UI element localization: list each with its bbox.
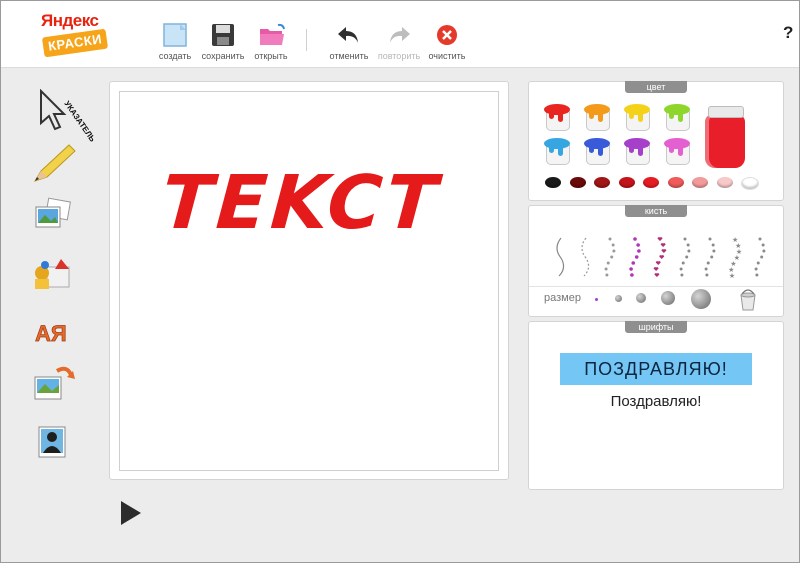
brush-size-4[interactable] xyxy=(661,291,675,305)
colors-panel: цвет xyxy=(528,81,784,201)
save-label: сохранить xyxy=(201,51,245,61)
brush-style-2[interactable] xyxy=(576,236,594,278)
brush-style-8[interactable]: ★★★★★★★ xyxy=(726,236,744,278)
canvas-text-object[interactable]: TEKCT xyxy=(159,160,443,246)
background-image-tool[interactable] xyxy=(27,363,81,411)
pencil-tool[interactable] xyxy=(27,141,81,189)
help-button[interactable]: ? xyxy=(783,23,793,43)
color-swatch[interactable] xyxy=(667,177,684,188)
pointer-tool[interactable]: УКАЗАТЕЛЬ xyxy=(27,88,97,144)
paint-pot[interactable] xyxy=(623,104,651,131)
photos-icon xyxy=(35,197,71,228)
redo-label: повторить xyxy=(377,51,421,61)
color-swatch[interactable] xyxy=(741,177,759,190)
jar-lid xyxy=(708,106,744,118)
create-button[interactable]: создать xyxy=(149,23,201,61)
text-tool-label: АЯ xyxy=(35,321,67,346)
toolbar-divider xyxy=(306,29,307,51)
redo-button[interactable]: повторить xyxy=(373,23,425,61)
brush-panel-title: кисть xyxy=(625,205,687,217)
pointer-arrow-icon: УКАЗАТЕЛЬ xyxy=(40,88,97,144)
clear-x-icon xyxy=(434,23,460,47)
svg-text:★: ★ xyxy=(729,272,735,278)
toolbar: Яндекс КРАСКИ создать сохранить открыть xyxy=(1,1,799,68)
clear-label: очистить xyxy=(428,51,466,61)
drawing-panel: TEKCT xyxy=(109,81,509,480)
brush-size-3[interactable] xyxy=(636,293,646,303)
colors-panel-title: цвет xyxy=(625,81,687,93)
text-tool[interactable]: АЯ xyxy=(27,311,81,359)
paint-pot[interactable] xyxy=(623,138,651,165)
shapes-box-icon xyxy=(35,259,70,289)
color-swatch[interactable] xyxy=(618,177,635,188)
portrait-icon xyxy=(38,426,66,458)
paint-pot[interactable] xyxy=(663,104,691,131)
yandex-kraski-logo: Яндекс КРАСКИ xyxy=(41,11,109,59)
paint-pot[interactable] xyxy=(543,138,571,165)
paint-pot[interactable] xyxy=(583,104,611,131)
fonts-panel-title: шрифты xyxy=(625,321,687,333)
clear-button[interactable]: очистить xyxy=(421,23,473,61)
create-label: создать xyxy=(158,51,192,61)
open-button[interactable]: открыть xyxy=(245,23,297,61)
play-button[interactable] xyxy=(121,501,141,525)
paint-bucket-icon[interactable] xyxy=(737,286,759,312)
paint-pot[interactable] xyxy=(583,138,611,165)
text-letters-icon: АЯ xyxy=(35,321,67,347)
paint-pot[interactable] xyxy=(663,138,691,165)
brush-style-9[interactable] xyxy=(751,236,769,278)
undo-arrow-icon xyxy=(336,23,362,47)
save-button[interactable]: сохранить xyxy=(197,23,249,61)
brush-size-5[interactable] xyxy=(691,289,711,309)
brush-style-7[interactable] xyxy=(701,236,719,278)
paint-pot[interactable] xyxy=(543,104,571,131)
pencil-icon xyxy=(33,144,76,182)
color-swatch[interactable] xyxy=(545,177,561,188)
portrait-frame-tool[interactable] xyxy=(27,421,81,469)
brush-style-3[interactable] xyxy=(601,236,619,278)
font-option-decorative[interactable]: ПОЗДРАВЛЯЮ! xyxy=(560,353,752,385)
logo-brand-text: Яндекс xyxy=(41,11,99,30)
open-folder-icon xyxy=(258,23,285,47)
brush-size-2[interactable] xyxy=(615,295,622,302)
undo-label: отменить xyxy=(329,51,369,61)
brush-panel: кисть ★ ★ ★ ★ ★ ★ ★ размер xyxy=(528,205,784,317)
brush-style-4[interactable] xyxy=(626,236,644,278)
open-label: открыть xyxy=(254,51,288,61)
brush-style-6[interactable] xyxy=(676,236,694,278)
brush-size-1[interactable] xyxy=(595,298,598,301)
image-stamp-tool[interactable] xyxy=(27,197,81,245)
new-file-icon xyxy=(162,23,188,47)
fonts-panel: шрифты ПОЗДРАВЛЯЮ! Поздравляю! xyxy=(528,321,784,490)
shapes-tool[interactable] xyxy=(27,255,81,303)
color-swatch[interactable] xyxy=(594,177,610,188)
brush-style-5[interactable] xyxy=(651,236,669,278)
picture-refresh-icon xyxy=(34,366,75,400)
pointer-tool-label: УКАЗАТЕЛЬ xyxy=(62,99,97,143)
brush-style-1[interactable] xyxy=(551,236,569,278)
brush-size-label: размер xyxy=(544,292,581,304)
color-swatch[interactable] xyxy=(692,177,708,188)
font-option-regular[interactable]: Поздравляю! xyxy=(529,393,783,410)
save-disk-icon xyxy=(210,23,236,47)
color-swatch[interactable] xyxy=(569,177,586,188)
current-color-fill xyxy=(705,114,745,168)
color-swatch[interactable] xyxy=(643,177,659,188)
color-swatch[interactable] xyxy=(716,177,733,188)
redo-arrow-icon xyxy=(386,23,412,47)
logo-product-text: КРАСКИ xyxy=(41,28,109,58)
drawing-canvas[interactable]: TEKCT xyxy=(119,91,499,471)
current-color-jar xyxy=(705,106,745,168)
app-window: Яндекс КРАСКИ создать сохранить открыть xyxy=(0,0,800,563)
undo-button[interactable]: отменить xyxy=(323,23,375,61)
